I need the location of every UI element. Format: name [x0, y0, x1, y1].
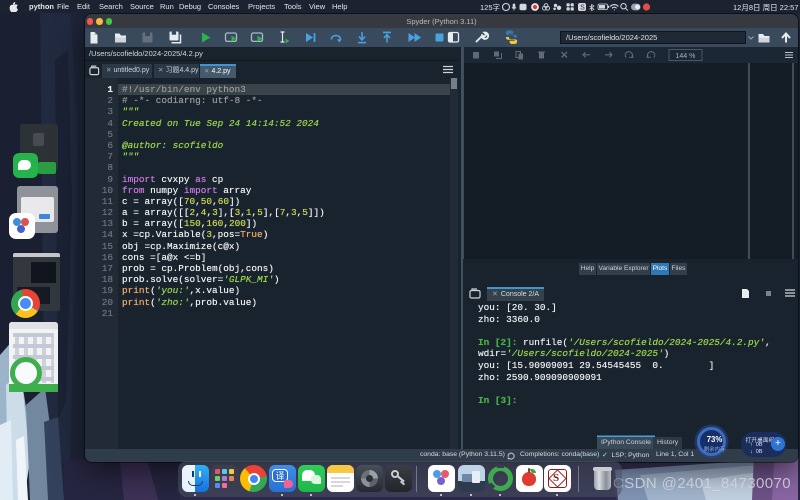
svg-text:144 %: 144 %: [676, 53, 696, 60]
svg-text:S: S: [580, 4, 585, 11]
